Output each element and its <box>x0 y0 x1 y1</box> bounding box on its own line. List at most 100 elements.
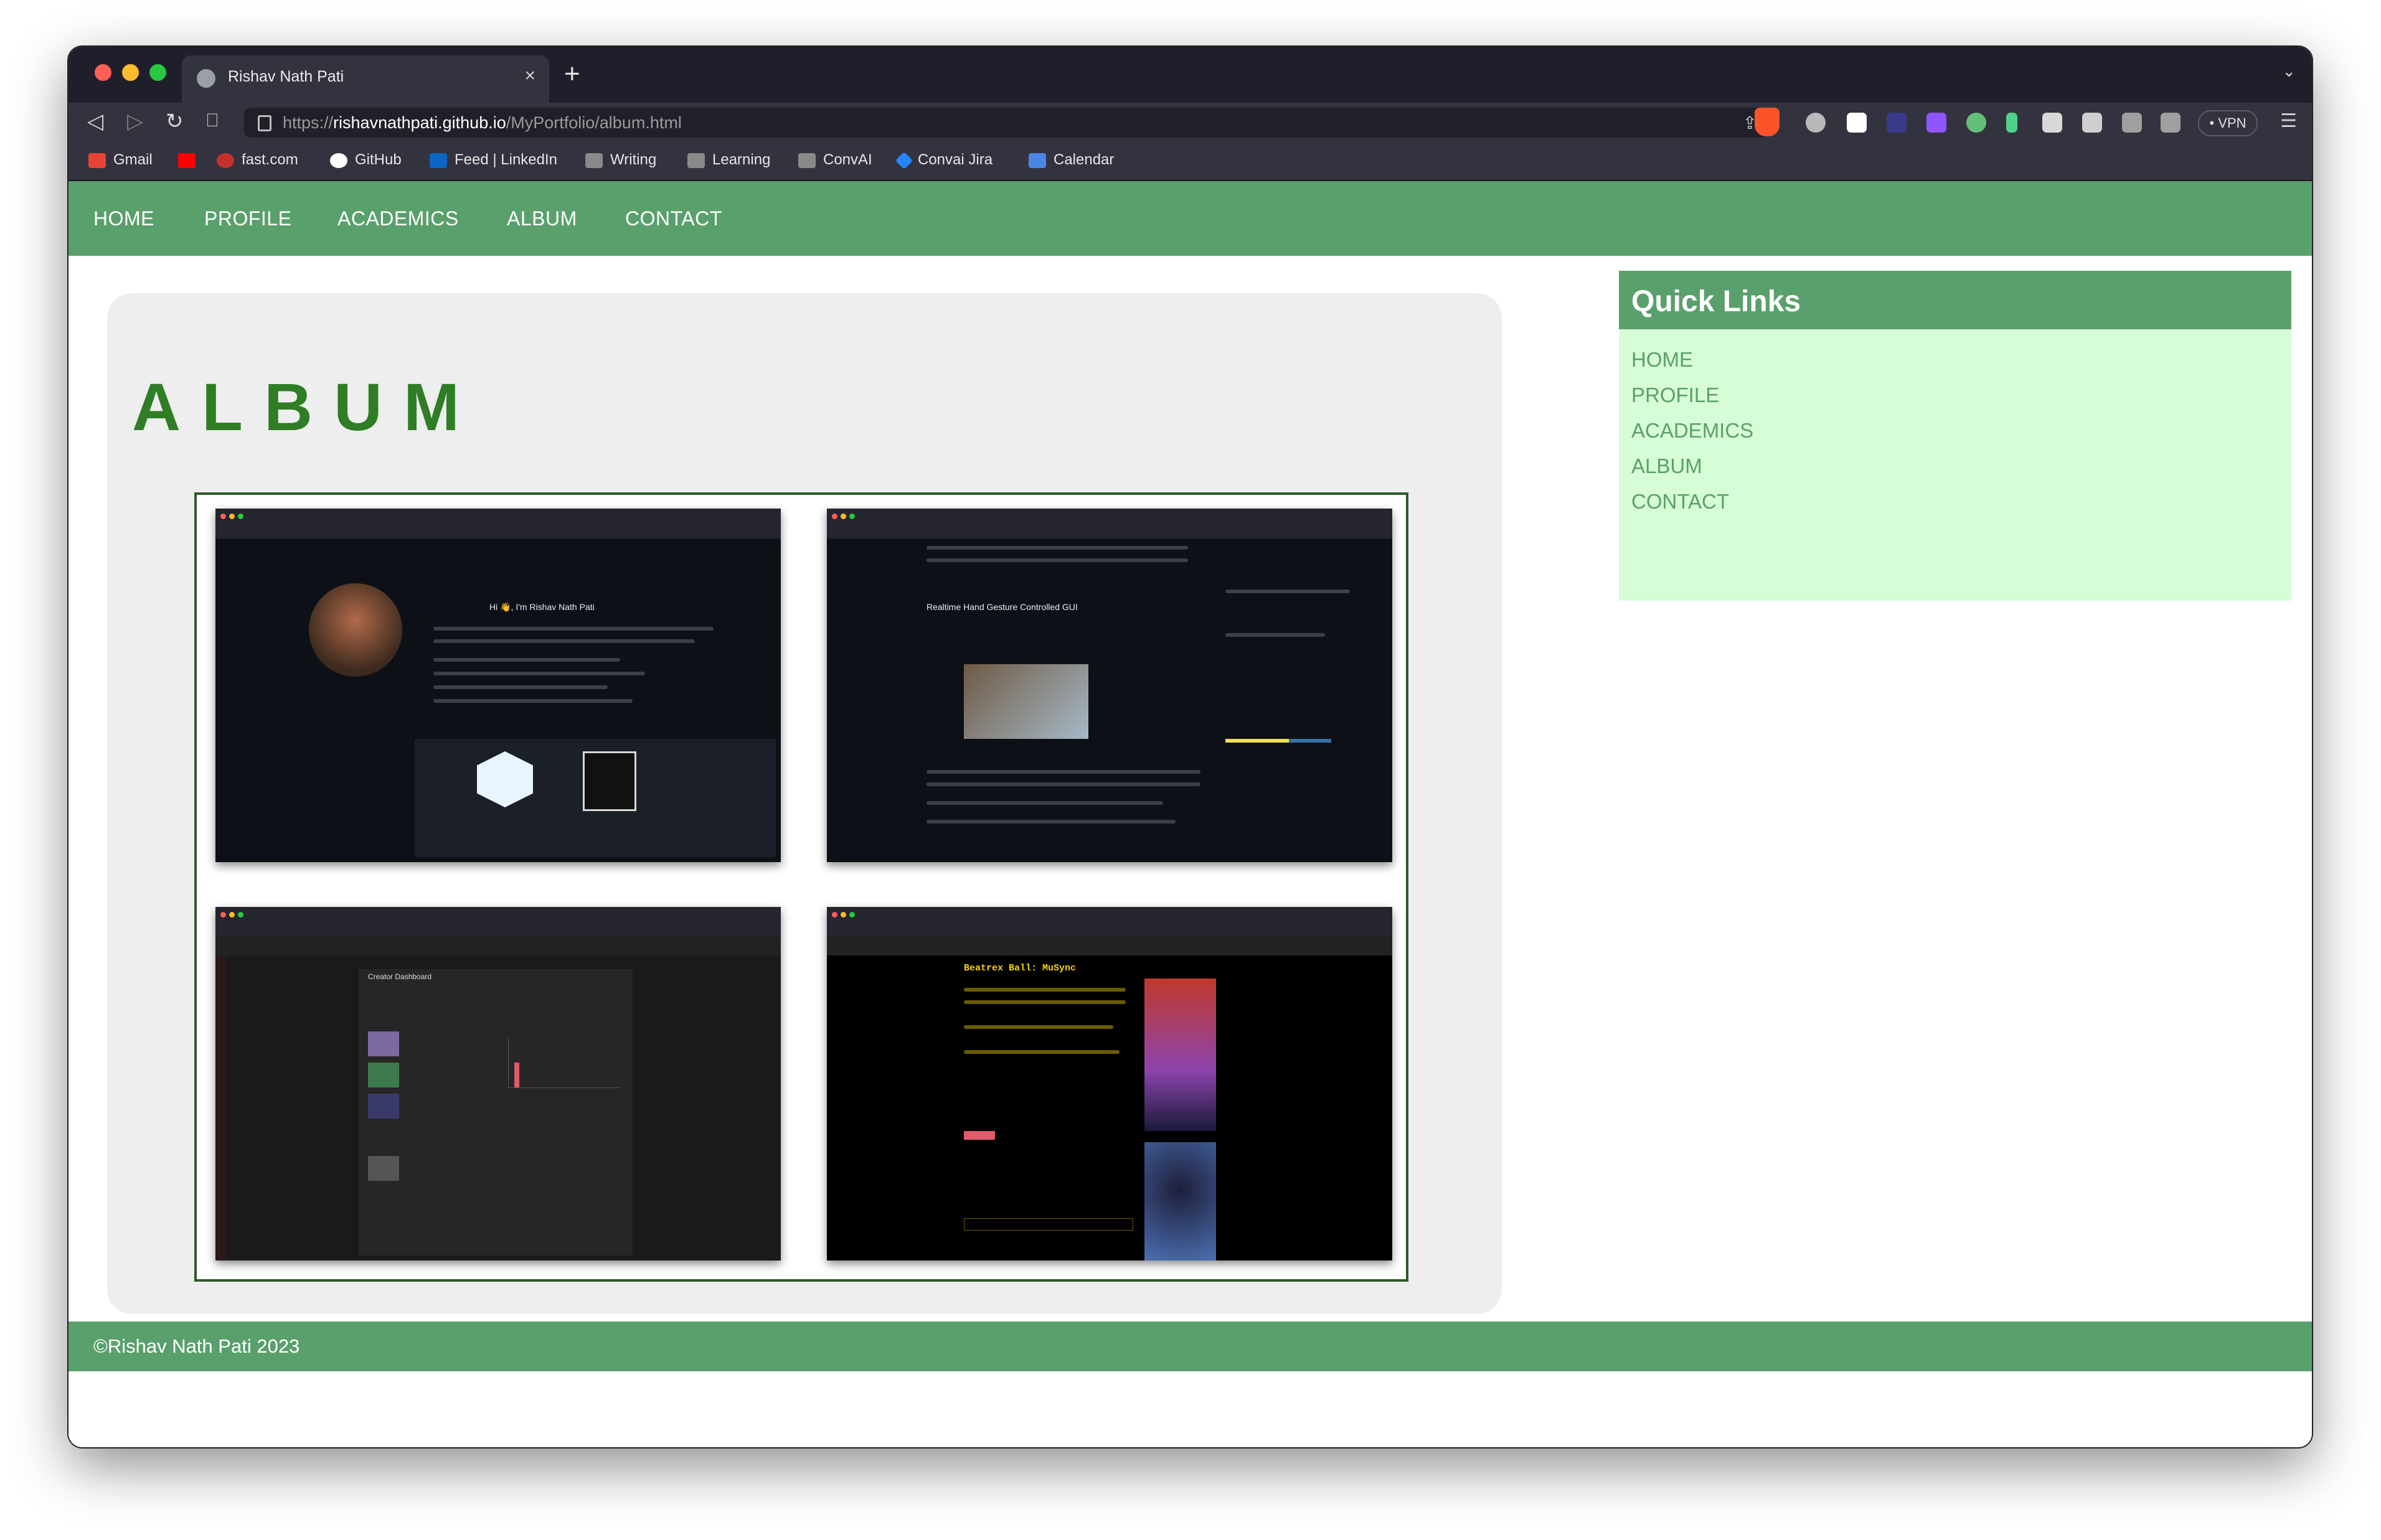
album-photo-github-profile[interactable]: Hi 👋, I'm Rishav Nath Pati <box>215 509 781 862</box>
url-host: rishavnathpati.github.io <box>333 113 506 132</box>
dot-icon <box>238 912 243 918</box>
album-panel: ALBUM Hi 👋, I'm Rishav Nath Pati Realtim… <box>107 293 1502 1314</box>
album-photo-itch-dashboard[interactable]: Creator Dashboard <box>215 907 781 1261</box>
page-title: ALBUM <box>132 369 481 444</box>
minimize-window-button[interactable] <box>122 64 139 81</box>
nav-album-link[interactable]: ALBUM <box>507 207 577 230</box>
extension-owl-icon[interactable] <box>1806 113 1826 133</box>
text-line <box>1225 633 1325 637</box>
tab-list-chevron-icon[interactable]: ⌄ <box>2282 62 2296 81</box>
mini-chart <box>508 1038 621 1088</box>
language-bar <box>1225 739 1331 743</box>
download-button <box>964 1131 995 1140</box>
screenshot-heading: Creator Dashboard <box>368 972 432 981</box>
tab-close-icon[interactable]: × <box>524 65 535 87</box>
bookmark-linkedin[interactable]: Feed | LinkedIn <box>430 151 557 169</box>
dot-icon <box>229 912 235 918</box>
extension-loop-icon[interactable] <box>1926 113 1946 133</box>
text-line <box>1225 589 1350 593</box>
extension-instapaper-icon[interactable] <box>1847 113 1867 133</box>
bookmark-fast[interactable]: fast.com <box>217 151 298 169</box>
youtube-icon <box>178 153 196 168</box>
game-screenshot-image <box>1144 1142 1216 1261</box>
extension-wave-icon[interactable] <box>1887 113 1907 133</box>
calendar-icon <box>1029 153 1046 168</box>
nav-profile-link[interactable]: PROFILE <box>204 207 291 230</box>
bookmark-convai-jira[interactable]: Convai Jira <box>895 151 992 169</box>
dashboard-panel <box>359 969 633 1256</box>
bookmark-label: Writing <box>610 151 657 168</box>
dot-icon <box>841 912 846 918</box>
nav-contact-link[interactable]: CONTACT <box>625 207 722 230</box>
bookmark-writing[interactable]: Writing <box>585 151 656 169</box>
brave-shields-icon[interactable] <box>1755 108 1780 136</box>
globe-icon <box>197 69 215 88</box>
url-scheme: https:// <box>283 113 334 132</box>
nav-home-link[interactable]: HOME <box>93 207 154 230</box>
quick-link-album[interactable]: ALBUM <box>1631 454 1702 478</box>
lock-icon <box>258 115 271 131</box>
menu-icon[interactable]: ☰ <box>2280 110 2297 132</box>
linkedin-icon <box>430 153 447 168</box>
new-tab-button[interactable]: + <box>564 55 580 93</box>
quick-links-title: Quick Links <box>1631 285 1801 318</box>
top-navigation: HOME PROFILE ACADEMICS ALBUM CONTACT <box>68 181 2312 256</box>
album-photo-itch-game[interactable]: Beatrex Ball: MuSync <box>827 907 1392 1261</box>
back-icon[interactable]: ◁ <box>87 109 103 134</box>
folder-icon <box>585 153 603 168</box>
bookmark-gmail[interactable]: Gmail <box>88 151 153 169</box>
quick-link-home[interactable]: HOME <box>1631 348 1693 372</box>
dot-icon <box>849 514 855 519</box>
downloads-icon[interactable] <box>2122 113 2142 133</box>
page-content: HOME PROFILE ACADEMICS ALBUM CONTACT ALB… <box>68 181 2312 1447</box>
url-path: /MyPortfolio/album.html <box>506 113 682 132</box>
dot-icon <box>849 912 855 918</box>
text-line <box>926 782 1200 786</box>
text-line <box>964 988 1126 992</box>
active-tab[interactable]: Rishav Nath Pati × <box>182 55 549 103</box>
close-window-button[interactable] <box>95 64 111 81</box>
fast-icon <box>217 153 234 168</box>
text-line <box>433 658 620 662</box>
quick-link-profile[interactable]: PROFILE <box>1631 383 1719 407</box>
itch-nav <box>827 937 1392 955</box>
reload-icon[interactable]: ↻ <box>166 109 184 134</box>
text-line <box>926 546 1188 550</box>
vpn-button[interactable]: • VPN <box>2198 110 2258 136</box>
bookmark-youtube[interactable] <box>178 151 203 169</box>
quick-link-academics[interactable]: ACADEMICS <box>1631 419 1753 443</box>
address-bar[interactable]: https://rishavnathpati.github.io/MyPortf… <box>244 108 1770 138</box>
bookmark-label: fast.com <box>242 151 298 168</box>
extension-bolt-icon[interactable] <box>2006 113 2017 133</box>
game-cover-image <box>1144 979 1216 1131</box>
screenshot-browser-chrome <box>827 907 1392 937</box>
dot-icon <box>832 912 837 918</box>
forward-icon[interactable]: ▷ <box>127 109 143 134</box>
extension-k-icon[interactable] <box>2042 113 2062 133</box>
comment-box <box>964 1218 1133 1231</box>
extensions-puzzle-icon[interactable] <box>2082 113 2102 133</box>
mini-chart-bar <box>514 1063 519 1087</box>
text-line <box>926 801 1163 805</box>
bookmark-label: ConvAI <box>823 151 872 168</box>
text-line <box>926 558 1188 562</box>
bookmark-convai[interactable]: ConvAI <box>798 151 872 169</box>
bookmark-calendar[interactable]: Calendar <box>1029 151 1114 169</box>
browser-toolbar: ◁ ▷ ↻ ⎕ https://rishavnathpati.github.io… <box>68 103 2312 143</box>
dot-icon <box>229 514 235 519</box>
jira-icon <box>895 151 913 169</box>
bookmark-github[interactable]: GitHub <box>330 151 402 169</box>
dot-icon <box>220 912 226 918</box>
album-photo-github-repo[interactable]: Realtime Hand Gesture Controlled GUI <box>827 509 1392 862</box>
photo-gallery: Hi 👋, I'm Rishav Nath Pati Realtime Hand… <box>194 492 1408 1282</box>
nav-academics-link[interactable]: ACADEMICS <box>337 207 459 230</box>
sidebar-toggle-icon[interactable] <box>2161 113 2181 133</box>
maximize-window-button[interactable] <box>149 64 166 81</box>
gmail-icon <box>88 153 106 168</box>
bookmark-learning[interactable]: Learning <box>687 151 770 169</box>
badge-icon <box>583 751 636 811</box>
extension-grammar-icon[interactable] <box>1966 113 1986 133</box>
bookmark-icon[interactable]: ⎕ <box>207 110 218 131</box>
quick-link-contact[interactable]: CONTACT <box>1631 490 1729 514</box>
github-icon <box>330 153 347 168</box>
